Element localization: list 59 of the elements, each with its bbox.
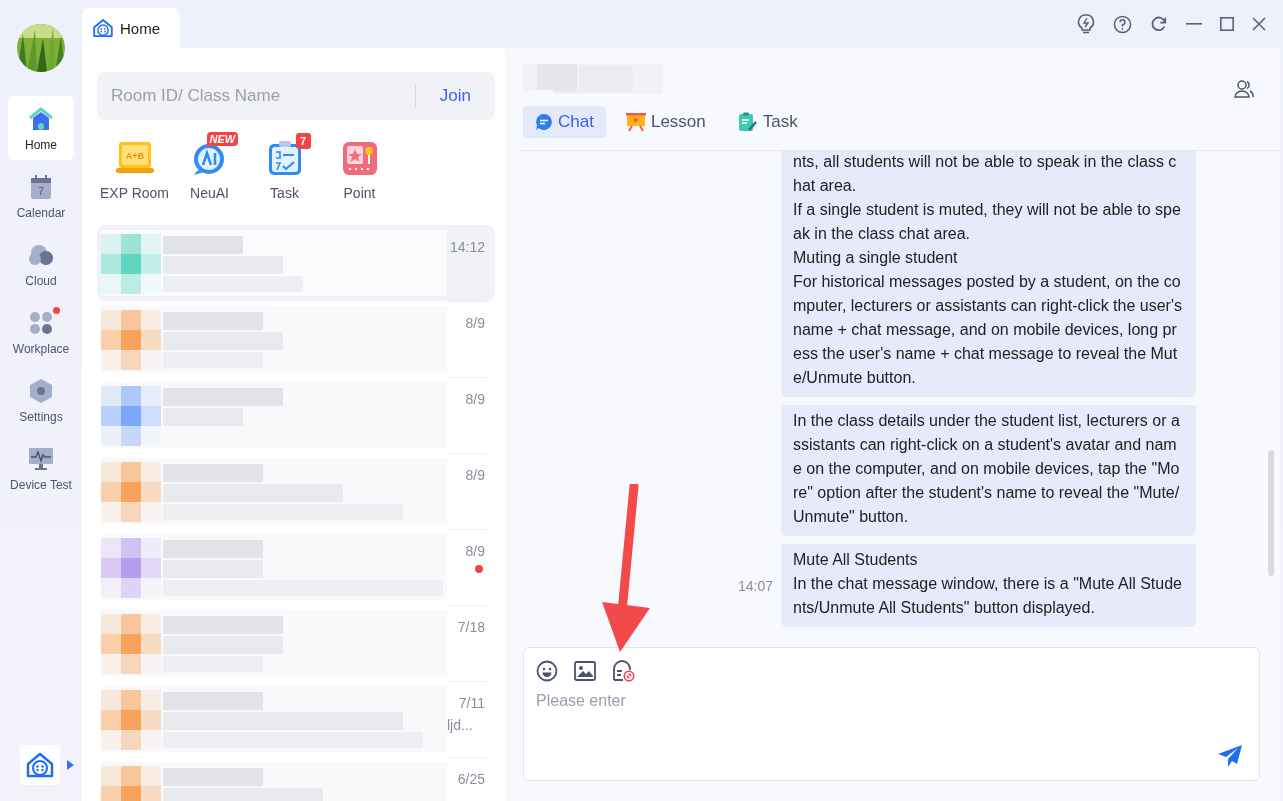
mute-chat-icon[interactable] — [612, 660, 636, 682]
message-text: In the chat message window, there is a "Mute All Students/Unmute All Students" button displayed. — [793, 574, 1183, 618]
conversation-time: 8/9 — [465, 315, 485, 331]
chat-icon — [535, 113, 553, 131]
message-preview: ljd... — [447, 717, 473, 733]
home-tab[interactable]: Home — [82, 8, 180, 48]
join-button[interactable]: Join — [431, 86, 483, 106]
people-icon[interactable] — [1234, 80, 1254, 98]
message-text: Mute All Students — [793, 550, 919, 570]
emoji-icon[interactable] — [536, 660, 558, 682]
sidebar-item[interactable]: 7 Calendar — [8, 164, 74, 228]
class-tab[interactable]: Task — [725, 106, 810, 138]
class-tab[interactable]: Lesson — [613, 106, 718, 138]
house-face-icon — [92, 17, 114, 39]
message-text: In the class details under the student list, lecturers or assistants can right-click on a student's avatar and name on the computer, and on mobile devices, tap the "More" option after the student's name to reveal the "Mute/Unmute" button. — [793, 411, 1181, 527]
class-tab[interactable]: Chat — [523, 106, 606, 138]
message-text: nts, all students will not be able to speak in the class chat area. — [793, 152, 1178, 196]
sidebar-item[interactable]: Workplace — [8, 300, 74, 364]
image-icon[interactable] — [574, 661, 596, 681]
message-time: 14:07 — [737, 577, 773, 594]
sidebar-item[interactable]: Home — [8, 96, 74, 160]
conversation-time: 7/18 — [457, 619, 485, 635]
lightbulb-icon[interactable] — [1077, 14, 1095, 34]
refresh-icon[interactable] — [1150, 15, 1168, 33]
shortcut-button[interactable]: Point — [322, 132, 397, 201]
monitor-icon — [28, 445, 54, 472]
home-icon — [28, 105, 54, 132]
conversation-time: 8/9 — [465, 543, 485, 559]
scrollbar-thumb[interactable] — [1268, 450, 1274, 576]
message-text: If a single student is muted, they will not be able to speak in the class chat area. — [793, 200, 1182, 244]
message-text: For historical messages posted by a student, on the computer, lecturers or assistants can right-click the user's name + chat message, and on mobile devices, long press the user's name + chat message to reveal the Mute/Unmute button. — [793, 272, 1183, 388]
app-logo-button[interactable] — [20, 745, 60, 785]
close-icon[interactable] — [1252, 17, 1266, 31]
conversation-time: 7/11 — [458, 695, 485, 711]
clipboard-pen-icon — [737, 112, 758, 132]
sidebar-item[interactable]: Cloud — [8, 232, 74, 296]
conversation-time: 6/25 — [457, 771, 485, 787]
conversation-time: 8/9 — [465, 467, 485, 483]
grid-icon — [28, 309, 54, 336]
conversation-time: 8/9 — [465, 391, 485, 407]
cloud-icon — [27, 242, 55, 267]
maximize-icon[interactable] — [1220, 17, 1234, 31]
search-field[interactable]: Room ID/ Class Name Join — [97, 72, 495, 120]
house-face-icon — [25, 750, 55, 780]
help-icon[interactable] — [1113, 14, 1132, 34]
settings-icon — [29, 377, 53, 404]
message-text: Muting a single student — [793, 248, 959, 268]
sidebar-item[interactable]: Device Test — [8, 436, 74, 500]
sidebar-item[interactable]: Settings — [8, 368, 74, 432]
shortcut-button[interactable]: NEW NeuAI — [172, 132, 247, 201]
shortcut-button[interactable]: A+B EXP Room — [97, 132, 172, 201]
conversation-time: 14:12 — [449, 239, 485, 255]
count-badge: 7 — [295, 133, 311, 149]
shortcut-button[interactable]: 7 Task — [247, 132, 322, 201]
message-input[interactable]: Please enter — [536, 692, 1247, 722]
expand-arrow-icon[interactable] — [67, 760, 74, 770]
presentation-icon — [625, 113, 646, 131]
new-badge: NEW — [206, 132, 239, 146]
send-icon[interactable] — [1217, 744, 1243, 768]
